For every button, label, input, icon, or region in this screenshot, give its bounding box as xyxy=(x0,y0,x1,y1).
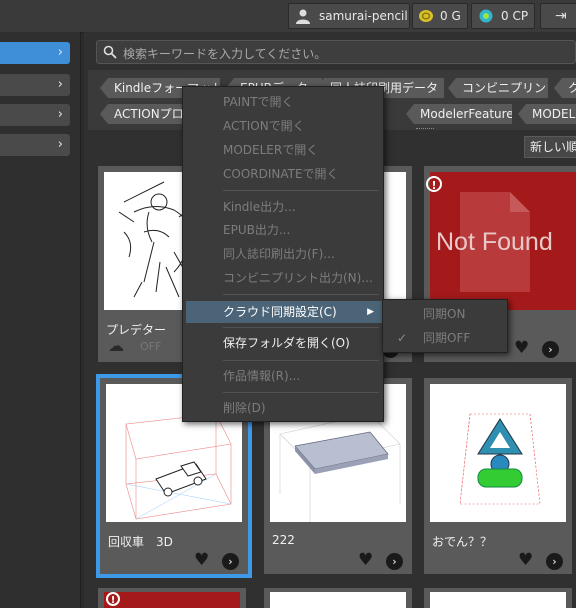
artwork-card[interactable] xyxy=(264,588,412,608)
favorite-heart-icon[interactable]: ♥ xyxy=(194,551,209,569)
warning-icon: ! xyxy=(106,592,120,606)
tag-item[interactable]: ModelerFeature xyxy=(406,104,512,124)
tag-item[interactable]: コンビニプリント xyxy=(448,78,548,98)
sidebar: › › › › xyxy=(0,32,81,608)
artwork-thumbnail xyxy=(430,384,566,522)
favorite-heart-icon[interactable]: ♥ xyxy=(514,339,529,357)
menu-separator xyxy=(223,327,379,328)
card-title: おでん？？ xyxy=(432,535,493,549)
sidebar-item-3[interactable]: › xyxy=(0,104,70,126)
submenu-item-sync-on[interactable]: 同期ON xyxy=(383,302,507,326)
tag-item[interactable]: ク xyxy=(554,78,576,98)
user-account-button[interactable]: samurai-pencil xyxy=(288,3,410,29)
menu-separator xyxy=(223,360,379,361)
submenu-item-sync-off[interactable]: ✓ 同期OFF xyxy=(383,326,507,350)
gold-balance-button[interactable]: 0 G xyxy=(412,3,468,29)
chevron-right-icon: › xyxy=(57,45,63,60)
menu-item-doujin-export[interactable]: 同人誌印刷出力(F)... xyxy=(183,243,383,265)
menu-item-open-folder[interactable]: 保存フォルダを開く(O) xyxy=(183,332,383,354)
menu-item-open-coordinate[interactable]: COORDINATEで開く xyxy=(183,163,383,185)
chevron-right-icon: › xyxy=(57,77,63,92)
menu-arrow-button[interactable]: ⇥ xyxy=(540,3,576,29)
submenu-item-label: 同期OFF xyxy=(423,331,471,345)
artwork-thumbnail xyxy=(104,592,240,608)
sort-dropdown[interactable]: 新しい順 xyxy=(524,136,576,158)
cp-amount: 0 CP xyxy=(501,9,529,23)
open-arrow-icon[interactable]: › xyxy=(542,341,559,358)
card-title: Not Found xyxy=(436,228,553,256)
favorite-heart-icon[interactable]: ♥ xyxy=(518,551,533,569)
card-title: 222 xyxy=(272,533,295,547)
sidebar-item-2[interactable]: › xyxy=(0,74,70,96)
artwork-thumbnail: Not Found xyxy=(430,172,576,310)
submenu-arrow-icon: ▶ xyxy=(367,307,374,317)
menu-item-open-paint[interactable]: PAINTで開く xyxy=(183,91,383,113)
checkmark-icon: ✓ xyxy=(397,331,408,345)
menu-item-convenience-print[interactable]: コンビニプリント出力(N)... xyxy=(183,267,383,289)
sync-status: OFF xyxy=(140,340,162,353)
menu-separator xyxy=(223,190,379,191)
top-bar: samurai-pencil 0 G 0 CP ⇥ xyxy=(0,0,576,33)
context-menu: PAINTで開く ACTIONで開く MODELERで開く COORDINATE… xyxy=(182,86,384,422)
menu-item-cloud-sync[interactable]: クラウド同期設定(C) ▶ xyxy=(186,301,382,323)
artwork-thumbnail xyxy=(430,592,566,608)
artwork-card[interactable]: ! xyxy=(98,588,246,608)
menu-separator xyxy=(223,294,379,295)
gold-amount: 0 G xyxy=(440,9,461,23)
cloud-sync-submenu: 同期ON ✓ 同期OFF xyxy=(382,299,508,353)
search-icon xyxy=(103,45,117,59)
menu-item-label: クラウド同期設定(C) xyxy=(223,305,337,319)
menu-item-open-action[interactable]: ACTIONで開く xyxy=(183,115,383,137)
cp-balance-button[interactable]: 0 CP xyxy=(471,3,535,29)
gold-coin-icon xyxy=(418,8,434,24)
favorite-heart-icon[interactable]: ♥ xyxy=(358,551,373,569)
search-input[interactable]: 検索キーワードを入力してください。 xyxy=(96,40,576,64)
chevron-right-icon: › xyxy=(57,137,63,152)
menu-item-delete[interactable]: 削除(D) xyxy=(183,397,383,419)
user-icon xyxy=(295,8,311,24)
tag-item[interactable]: MODEL xyxy=(518,104,576,124)
artwork-card[interactable] xyxy=(424,588,572,608)
username-label: samurai-pencil xyxy=(319,9,408,23)
scroll-grip[interactable] xyxy=(416,128,434,132)
menu-item-epub-export[interactable]: EPUB出力... xyxy=(183,219,383,241)
menu-separator xyxy=(223,392,379,393)
card-title: 回収車 3D xyxy=(108,535,173,549)
open-arrow-icon[interactable]: › xyxy=(386,553,403,570)
search-placeholder: 検索キーワードを入力してください。 xyxy=(123,47,327,61)
arrow-out-icon: ⇥ xyxy=(555,8,567,24)
cp-gem-icon xyxy=(477,8,495,24)
menu-item-work-info[interactable]: 作品情報(R)... xyxy=(183,365,383,387)
open-arrow-icon[interactable]: › xyxy=(222,553,239,570)
chevron-right-icon: › xyxy=(57,107,63,122)
artwork-card[interactable]: おでん？？ ♥ › xyxy=(424,378,572,574)
sidebar-item-1[interactable]: › xyxy=(0,42,70,64)
cloud-icon: ☁ xyxy=(108,336,124,355)
sidebar-item-4[interactable]: › xyxy=(0,134,70,156)
artwork-thumbnail xyxy=(270,592,406,608)
menu-item-open-modeler[interactable]: MODELERで開く xyxy=(183,139,383,161)
open-arrow-icon[interactable]: › xyxy=(546,553,563,570)
menu-item-kindle-export[interactable]: Kindle出力... xyxy=(183,196,383,218)
warning-icon: ! xyxy=(426,176,442,192)
